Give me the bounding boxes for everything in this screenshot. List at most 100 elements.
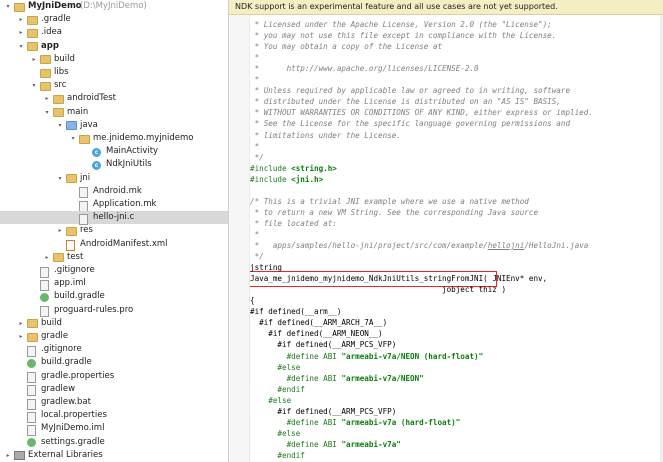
tree-item-proguard-rules-pro[interactable]: proguard-rules.pro [0,304,228,318]
tree-item-gradlew[interactable]: gradlew [0,383,228,397]
tree-item-gradlew-bat[interactable]: gradlew.bat [0,396,228,410]
project-tree-panel: ▾ MyJniDemo (D:\MyJniDemo) ▸ .gradle ▸ .idea ▾ a… [0,0,229,462]
tree-item-label: build.gradle [54,291,105,302]
collapsed-arrow-icon[interactable]: ▸ [43,251,51,264]
tree-item-test[interactable]: ▸ test [0,251,228,264]
tree-item-label: libs [54,67,69,77]
code-line: * You may obtain a copy of the License a… [250,41,442,52]
file-icon [27,385,36,397]
tree-item-me-jnidemo-myjnidemo[interactable]: ▾ me.jnidemo.myjnidemo [0,132,228,145]
gradle-icon [27,438,36,448]
include-path: <string.h> [291,163,337,173]
tree-item-androidmanifest-xml[interactable]: AndroidManifest.xml [0,238,228,252]
tree-item-build-gradle[interactable]: build.gradle [0,356,228,369]
code-line: */ [250,251,264,262]
tree-item-local-properties[interactable]: local.properties [0,409,228,423]
tree-item-build-gradle[interactable]: build.gradle [0,290,228,303]
tree-item-gitignore[interactable]: .gitignore [0,264,228,278]
code-line: /* This is a trivial JNI example where w… [250,196,529,207]
tree-item-app-iml[interactable]: app.iml [0,277,228,291]
tree-item-ndkjniutils[interactable]: c NdkJniUtils [0,158,228,171]
tree-item-libs[interactable]: libs [0,66,228,79]
tree-item-gradle[interactable]: ▸ gradle [0,330,228,343]
collapsed-arrow-icon[interactable]: ▸ [17,13,25,26]
tree-item-external-libraries[interactable]: ▸ External Libraries [0,449,228,462]
tree-item-res[interactable]: ▸ res [0,224,228,237]
code-text: #if defined(__ARM_PCS_VFP) [250,340,397,350]
code-line: jobject thiz ) [250,284,506,295]
tree-item-idea[interactable]: ▸ .idea [0,26,228,39]
tree-item-label: settings.gradle [41,436,105,447]
tree-item-hello-jni-c[interactable]: hello-jni.c [0,211,228,225]
tree-item-label: gradlew.bat [41,397,91,407]
file-icon [27,411,36,423]
code-line: #endif [250,450,305,461]
file-icon [40,279,49,291]
collapsed-arrow-icon[interactable]: ▸ [56,224,64,237]
function-params: ( JNIEnv* env, [483,274,548,284]
collapsed-arrow-icon[interactable]: ▸ [17,26,25,39]
tree-item-build[interactable]: ▸ build [0,53,228,66]
collapsed-arrow-icon[interactable]: ▸ [17,317,25,330]
collapsed-arrow-icon[interactable]: ▸ [43,92,51,105]
tree-item-java[interactable]: ▾ java [0,119,228,132]
tree-item-mainactivity[interactable]: c MainActivity [0,145,228,158]
file-icon [79,213,88,225]
collapsed-arrow-icon[interactable]: ▸ [4,449,12,462]
expanded-arrow-icon[interactable]: ▾ [30,79,38,92]
preprocessor-directive: #else [250,428,301,438]
tree-item-label: main [67,106,89,117]
expanded-arrow-icon[interactable]: ▾ [69,132,77,145]
tree-item-myjnidemo[interactable]: ▾ MyJniDemo (D:\MyJniDemo) [0,0,228,13]
folder-icon [66,174,77,184]
expanded-arrow-icon[interactable]: ▾ [56,172,64,185]
tree-item-label: proguard-rules.pro [54,304,134,315]
code-text: jstring [250,263,283,273]
tree-item-gradle[interactable]: ▸ .gradle [0,13,228,26]
code-line: #else [250,362,300,373]
gradle-icon [27,358,36,368]
define-value: "armeabi-v7a (hard-float)" [341,417,461,427]
folder-icon [40,68,51,78]
tree-item-label: Android.mk [93,185,142,196]
tree-item-gitignore[interactable]: .gitignore [0,343,228,357]
tree-item-jni[interactable]: ▾ jni [0,172,228,185]
tree-item-label: NdkJniUtils [106,159,152,170]
tree-item-myjnidemo-iml[interactable]: MyJniDemo.iml [0,422,228,436]
ndk-warning-banner: NDK support is an experimental feature a… [229,0,663,15]
tree-item-app[interactable]: ▾ app [0,40,228,53]
tree-item-src[interactable]: ▾ src [0,79,228,92]
code-line: #else [250,395,291,406]
tree-item-application-mk[interactable]: Application.mk [0,198,228,212]
tree-item-settings-gradle[interactable]: settings.gradle [0,436,228,449]
expanded-arrow-icon[interactable]: ▾ [43,106,51,119]
collapsed-arrow-icon[interactable]: ▸ [17,330,25,343]
tree-item-main[interactable]: ▾ main [0,106,228,119]
code-line: * file located at: [250,218,337,229]
tree-item-label: build [41,317,62,328]
expanded-arrow-icon[interactable]: ▾ [56,119,64,132]
comment-text: * Licensed under the Apache License, Ver… [250,20,552,29]
folder-icon [27,42,38,52]
preprocessor-directive: #endif [250,450,305,460]
expanded-arrow-icon[interactable]: ▾ [4,0,12,13]
comment-text: * limitations under the License. [250,130,401,140]
code-editor[interactable]: * Licensed under the Apache License, Ver… [250,15,663,462]
code-text: #if defined(__ARM_NEON__) [250,329,383,339]
collapsed-arrow-icon[interactable]: ▸ [30,53,38,66]
comment-text: /* This is a trivial JNI example where w… [250,196,529,206]
tree-item-android-mk[interactable]: Android.mk [0,185,228,199]
code-line: #if defined(__arm__) [250,306,341,317]
tree-item-gradle-properties[interactable]: gradle.properties [0,370,228,384]
expanded-arrow-icon[interactable]: ▾ [17,40,25,53]
tree-item-androidtest[interactable]: ▸ androidTest [0,92,228,105]
code-line: * Unless required by applicable law or a… [250,85,570,96]
tree-item-build[interactable]: ▸ build [0,317,228,330]
